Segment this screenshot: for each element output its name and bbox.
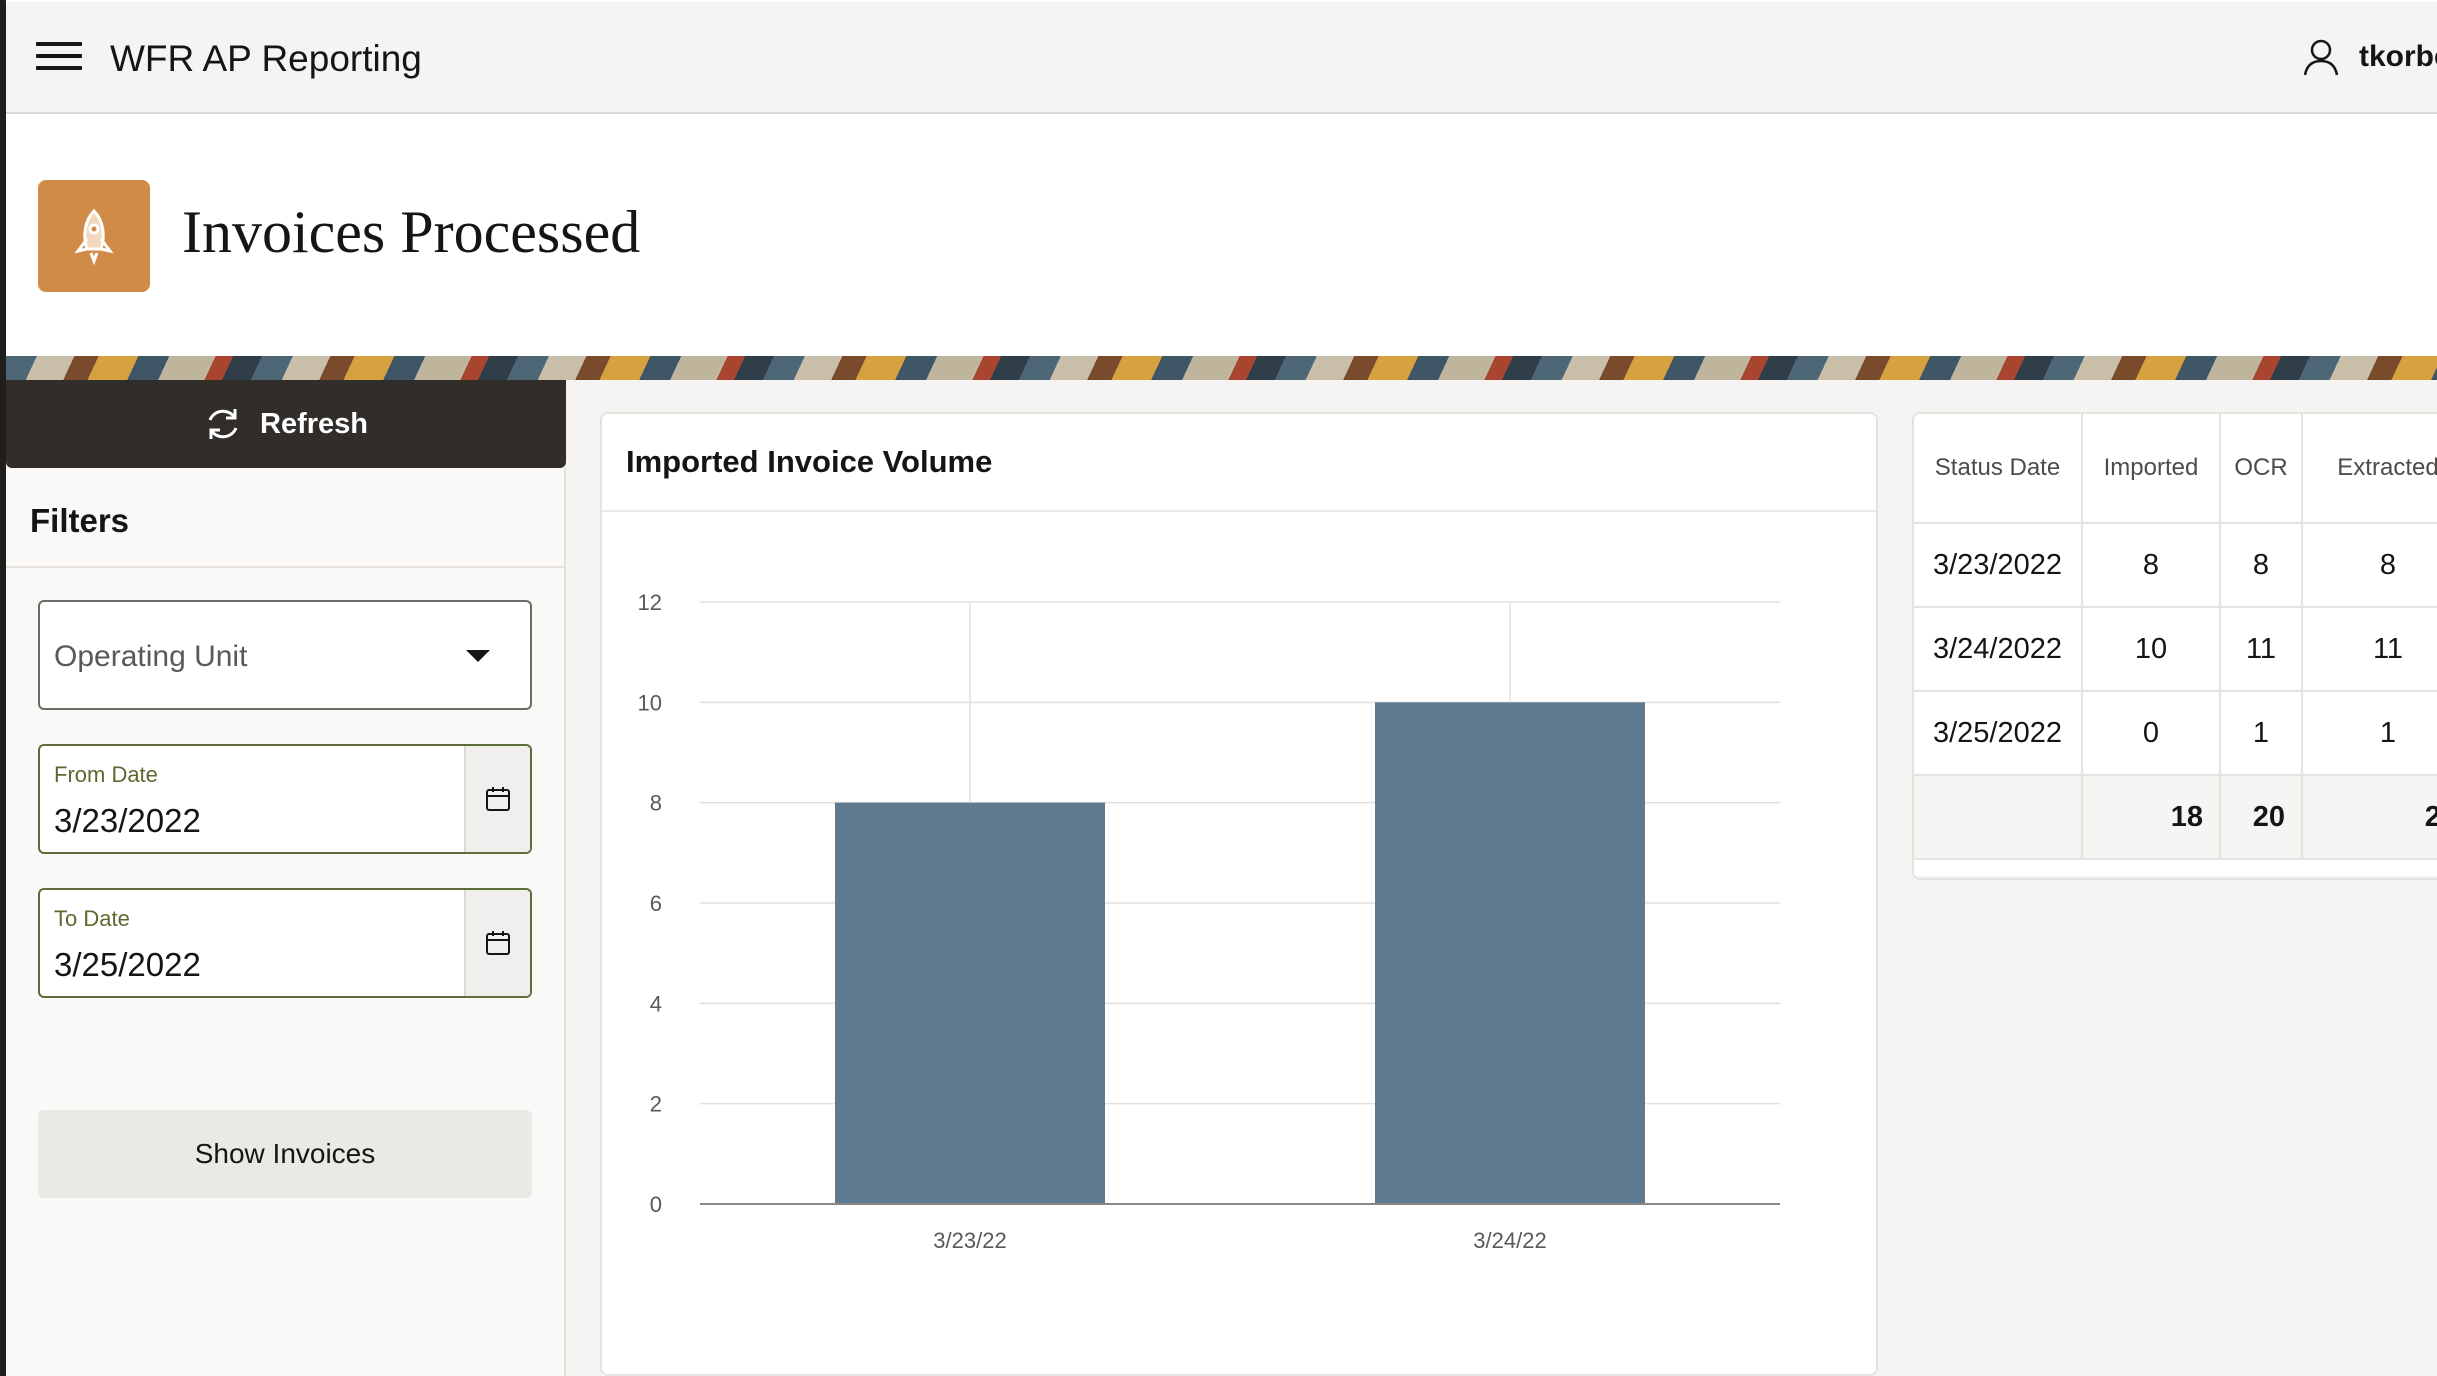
status-table: Status Date Imported OCR Extracted 3/23/… (1914, 414, 2437, 860)
table-row[interactable]: 3/24/2022 10 11 11 (1914, 607, 2437, 692)
total-cell: 18 (2082, 775, 2221, 860)
y-tick-label: 0 (650, 1192, 662, 1217)
to-date-field[interactable]: To Date 3/25/2022 (38, 888, 532, 998)
totals-row: 18 20 20 (1914, 775, 2437, 860)
y-tick-label: 6 (650, 891, 662, 916)
table-cell: 8 (2302, 523, 2437, 608)
table-cell: 11 (2302, 607, 2437, 692)
y-tick-label: 8 (650, 791, 662, 816)
column-header-imported[interactable]: Imported (2082, 414, 2221, 524)
table-cell: 3/24/2022 (1914, 607, 2083, 692)
window-edge (0, 0, 6, 1376)
filters-title: Filters (30, 502, 130, 539)
status-table-card: Status Date Imported OCR Extracted 3/23/… (1912, 412, 2437, 880)
column-header-ocr[interactable]: OCR (2220, 414, 2303, 524)
from-date-label: From Date (54, 762, 158, 787)
decorative-banner (6, 356, 2437, 380)
user-icon (2303, 39, 2339, 76)
table-cell: 8 (2082, 523, 2221, 608)
x-tick-label: 3/23/22 (933, 1228, 1006, 1253)
column-header-status-date[interactable]: Status Date (1914, 414, 2083, 524)
operating-unit-placeholder: Operating Unit (54, 640, 248, 673)
top-navigation-bar: WFR AP Reporting tkorbe (6, 2, 2437, 114)
table-cell: 3/23/2022 (1914, 523, 2083, 608)
show-invoices-button[interactable]: Show Invoices (38, 1110, 532, 1198)
refresh-icon (208, 409, 238, 439)
operating-unit-select[interactable]: Operating Unit (38, 600, 532, 710)
table-row[interactable]: 3/25/2022 0 1 1 (1914, 691, 2437, 776)
filters-divider (6, 566, 564, 568)
total-cell: 20 (2220, 775, 2303, 860)
refresh-label: Refresh (260, 407, 368, 440)
table-row[interactable]: 3/23/2022 8 8 8 (1914, 523, 2437, 608)
horizontal-scrollbar[interactable] (1914, 876, 2437, 878)
from-date-field[interactable]: From Date 3/23/2022 (38, 744, 532, 854)
y-tick-label: 12 (638, 590, 662, 615)
table-cell: 8 (2220, 523, 2303, 608)
bar (1375, 702, 1645, 1204)
rocket-icon (38, 180, 150, 292)
user-menu[interactable]: tkorbe (2301, 2, 2437, 112)
chart-title: Imported Invoice Volume (626, 444, 993, 479)
table-cell: 10 (2082, 607, 2221, 692)
app-title: WFR AP Reporting (110, 38, 422, 79)
bar (835, 802, 1105, 1204)
y-tick-label: 10 (638, 690, 662, 715)
page-header: Invoices Processed (6, 114, 2437, 356)
hamburger-menu-icon[interactable] (36, 42, 82, 72)
chart-card: Imported Invoice Volume 0 2 4 6 8 10 12 3/23/22… (600, 412, 1878, 1376)
refresh-button[interactable]: Refresh (6, 380, 566, 468)
main-content: Refresh Filters Operating Unit From Date… (6, 380, 2437, 1376)
chevron-down-icon[interactable] (466, 650, 490, 662)
total-cell: 20 (2302, 775, 2437, 860)
table-cell: 1 (2302, 691, 2437, 776)
y-tick-label: 2 (650, 1092, 662, 1117)
table-cell: 0 (2082, 691, 2221, 776)
to-date-label: To Date (54, 906, 130, 931)
table-header-row: Status Date Imported OCR Extracted (1914, 414, 2437, 524)
x-tick-label: 3/24/22 (1473, 1228, 1546, 1253)
to-date-input[interactable]: 3/25/2022 (54, 946, 201, 984)
chart-divider (602, 510, 1876, 512)
page-title: Invoices Processed (182, 199, 641, 265)
y-tick-label: 4 (650, 991, 662, 1016)
filters-panel: Filters Operating Unit From Date 3/23/20… (6, 468, 566, 1376)
calendar-icon[interactable] (464, 746, 530, 852)
table-cell: 3/25/2022 (1914, 691, 2083, 776)
table-cell: 1 (2220, 691, 2303, 776)
table-cell: 11 (2220, 607, 2303, 692)
total-cell (1914, 775, 2083, 860)
from-date-input[interactable]: 3/23/2022 (54, 802, 201, 840)
bar-chart: 0 2 4 6 8 10 12 3/23/22 3/24/22 (638, 590, 1780, 1253)
user-name: tkorbe (2359, 40, 2437, 73)
column-header-extracted[interactable]: Extracted (2302, 414, 2437, 524)
calendar-icon[interactable] (464, 890, 530, 996)
